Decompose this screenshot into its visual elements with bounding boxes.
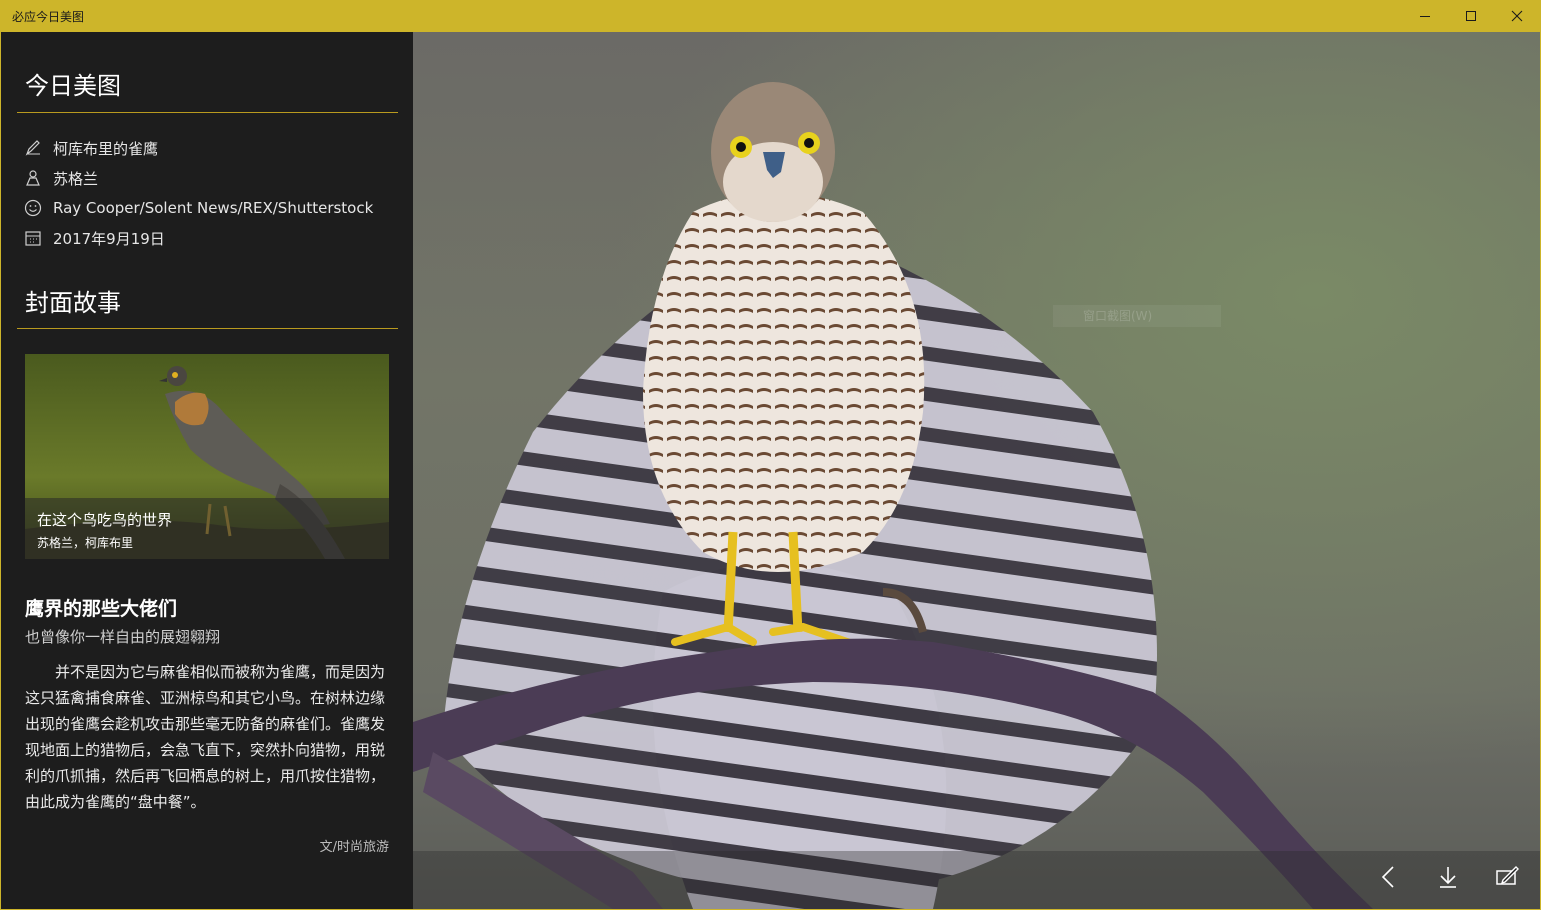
article-source: 文/时尚旅游 (319, 840, 389, 855)
cover-story-card[interactable]: 在这个鸟吃鸟的世界 苏格兰，柯库布里 (25, 354, 389, 559)
divider (17, 328, 398, 329)
article-title: 鹰界的那些大佬们 (25, 598, 178, 620)
article-body: 并不是因为它与麻雀相似而被称为雀鹰，而是因为这只猛禽捕食麻雀、亚洲椋鸟和其它小鸟… (25, 663, 386, 811)
minimize-button[interactable] (1402, 0, 1448, 32)
divider (17, 112, 398, 113)
maximize-icon (1465, 10, 1477, 22)
heading-today-image: 今日美图 (25, 72, 121, 100)
story-title: 在这个鸟吃鸟的世界 (37, 511, 173, 529)
info-date: 2017年9月19日 (53, 229, 165, 248)
maximize-button[interactable] (1448, 0, 1494, 32)
info-location-row: 苏格兰 (23, 166, 98, 190)
back-button[interactable] (1379, 865, 1409, 895)
info-copyright: Ray Cooper/Solent News/REX/Shutterstock (53, 199, 374, 217)
sidebar: 今日美图 柯库布里的雀鹰 苏格兰 Ray Cooper/Solent News/… (1, 32, 413, 909)
hero-image: 窗口截图(W) (413, 32, 1540, 909)
title-bar: 必应今日美图 (0, 0, 1541, 32)
calendar-icon (23, 228, 43, 248)
download-button[interactable] (1437, 865, 1467, 895)
bottom-app-bar (413, 851, 1540, 909)
window-title: 必应今日美图 (12, 10, 85, 24)
info-copyright-row: Ray Cooper/Solent News/REX/Shutterstock (23, 196, 373, 220)
close-button[interactable] (1494, 0, 1540, 32)
info-title: 柯库布里的雀鹰 (53, 139, 159, 158)
set-wallpaper-button[interactable] (1495, 865, 1525, 895)
window-border-left (0, 32, 1, 910)
info-date-row: 2017年9月19日 (23, 226, 165, 250)
article-subtitle: 也曾像你一样自由的展翅翱翔 (25, 628, 221, 646)
ghost-context-menu: 窗口截图(W) (1053, 305, 1221, 327)
pen-icon (23, 138, 43, 158)
story-location: 苏格兰，柯库布里 (37, 536, 134, 550)
smiley-icon (23, 198, 43, 218)
heading-cover-story: 封面故事 (25, 289, 121, 317)
info-location: 苏格兰 (53, 169, 99, 188)
minimize-icon (1419, 10, 1431, 22)
close-icon (1511, 10, 1523, 22)
sparrowhawk-illustration (413, 82, 1373, 909)
info-title-row: 柯库布里的雀鹰 (23, 136, 158, 160)
location-person-icon (23, 168, 43, 188)
